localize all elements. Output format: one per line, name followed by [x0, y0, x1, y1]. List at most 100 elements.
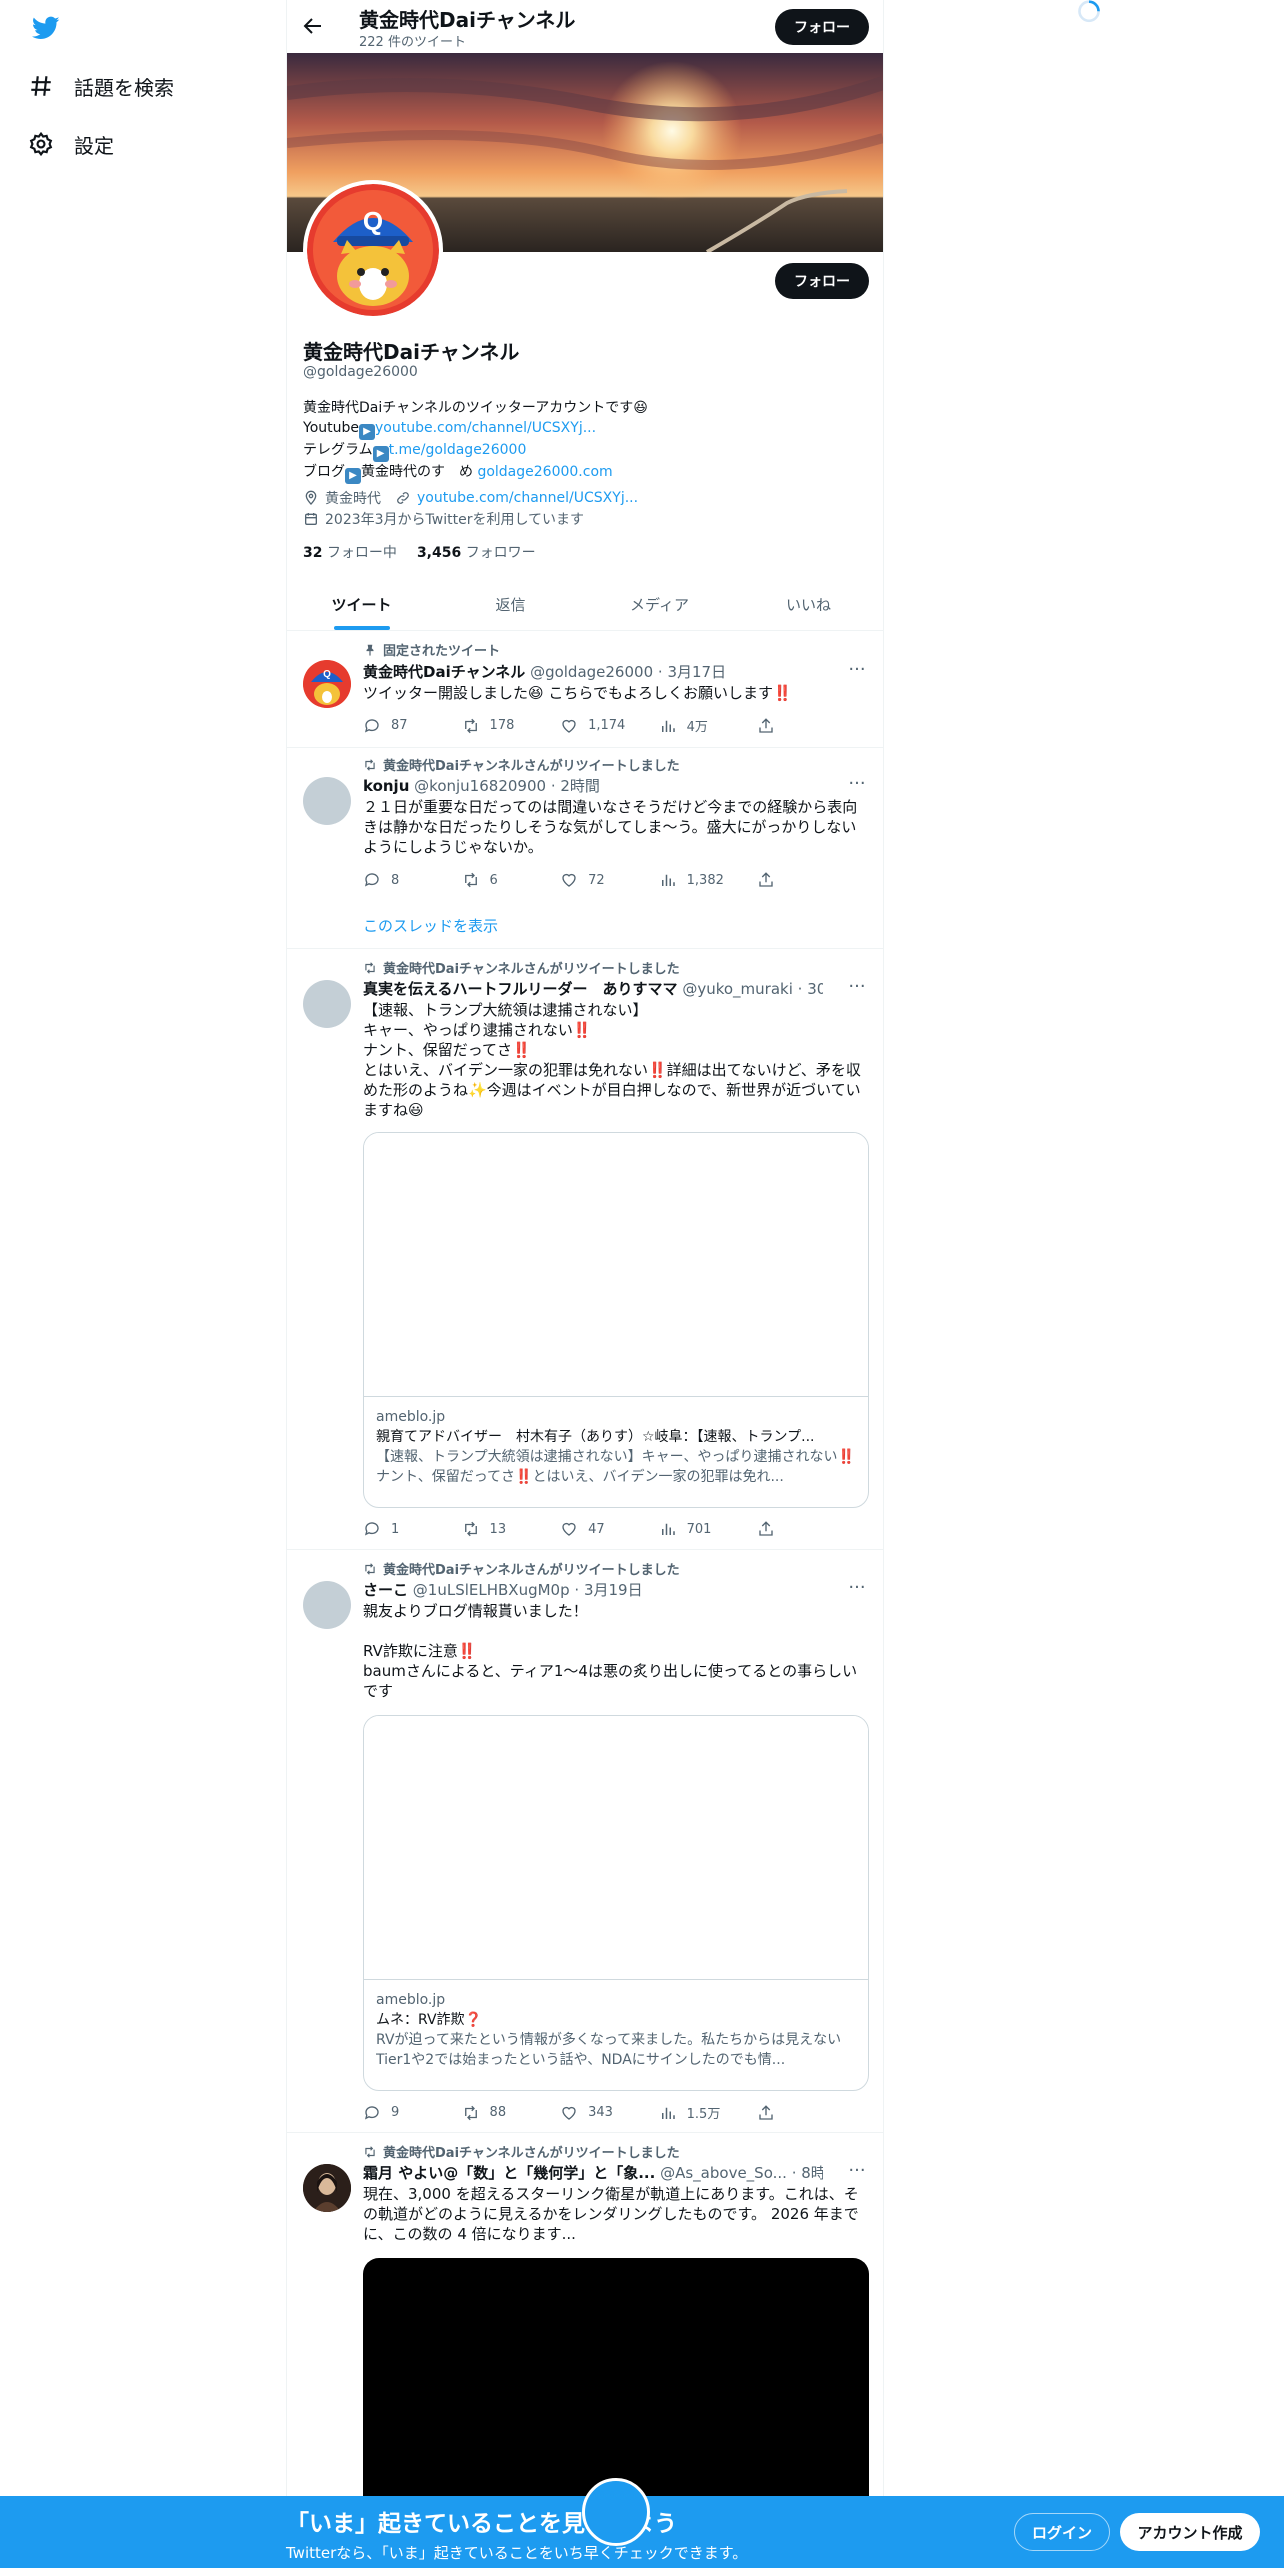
- tweet-header: 黄金時代Daiチャンネル @goldage26000 · 3月17日: [363, 663, 727, 681]
- gear-icon: [29, 131, 53, 157]
- cat-mascot-avatar-image: Q: [307, 184, 439, 316]
- views-button[interactable]: 701: [659, 1520, 758, 1538]
- back-arrow-icon[interactable]: [301, 14, 325, 38]
- reply-button[interactable]: 1: [363, 1520, 462, 1538]
- tweet-avatar[interactable]: [303, 980, 351, 1028]
- retweet-button[interactable]: 88: [462, 2103, 561, 2122]
- like-button[interactable]: 47: [560, 1520, 659, 1538]
- share-button[interactable]: [757, 716, 793, 735]
- more-options-icon[interactable]: ···: [847, 775, 867, 798]
- reply-icon: [364, 1522, 379, 1536]
- share-button[interactable]: [757, 1520, 793, 1538]
- tweet-author[interactable]: konju: [363, 777, 409, 795]
- profile-header-bar: 黄金時代Daiチャンネル 222 件のツイート フォロー: [287, 0, 883, 53]
- header-title: 黄金時代Daiチャンネル: [359, 8, 576, 32]
- tweet-author[interactable]: さーこ: [363, 1581, 408, 1599]
- left-sidebar: 話題を検索 設定: [0, 0, 286, 2568]
- reply-button[interactable]: 8: [363, 871, 462, 889]
- retweet-button[interactable]: 178: [462, 716, 561, 735]
- cat-mascot-avatar-image: Q: [303, 660, 351, 708]
- tweet-author[interactable]: 黄金時代Daiチャンネル: [363, 663, 525, 681]
- reply-button[interactable]: 87: [363, 716, 462, 735]
- followers-label: フォロワー: [465, 545, 536, 561]
- like-count: 1,174: [588, 718, 626, 733]
- reply-icon: [364, 2105, 379, 2120]
- profile-website-link[interactable]: youtube.com/channel/UCSXYj...: [417, 490, 638, 506]
- play-button-emoji-icon: ▶: [359, 424, 375, 440]
- reply-button[interactable]: 9: [363, 2103, 462, 2122]
- share-button[interactable]: [757, 871, 793, 889]
- login-button[interactable]: ログイン: [1014, 2513, 1110, 2551]
- views-button[interactable]: 1.5万: [659, 2103, 758, 2122]
- tweet-avatar[interactable]: Q: [303, 660, 351, 708]
- views-button[interactable]: 4万: [659, 716, 758, 735]
- tab-likes[interactable]: いいね: [734, 578, 883, 630]
- tweet-handle[interactable]: @yuko_muraki: [682, 980, 793, 998]
- link-preview-card[interactable]: ameblo.jp 親育てアドバイザー 村木有子（ありす）☆岐阜：【速報、トラン…: [363, 1132, 869, 1508]
- more-options-icon[interactable]: ···: [847, 661, 867, 684]
- more-options-icon[interactable]: ···: [847, 2162, 867, 2185]
- tweet-author[interactable]: 霜月 やよい@「数」と「幾何学」と「象...: [363, 2164, 655, 2182]
- share-button[interactable]: [757, 2103, 793, 2122]
- reply-count: 1: [391, 1521, 400, 1537]
- tweet-retweet-arisumama[interactable]: 黄金時代Daiチャンネルさんがリツイートしました 真実を伝えるハートフルリーダー…: [287, 950, 883, 1550]
- like-count: 343: [588, 2105, 613, 2120]
- tweet-avatar[interactable]: [303, 777, 351, 825]
- tweet-time[interactable]: 3月19日: [584, 1581, 643, 1599]
- share-icon: [759, 872, 773, 887]
- tweet-text: ツイッター開設しました😆 こちらでもよろしくお願いします‼️: [363, 684, 792, 702]
- link-preview-card[interactable]: ameblo.jp ムネ：RV詐欺❓ RVが迫って来たという情報が多くなって来ま…: [363, 1715, 869, 2091]
- header-follow-button[interactable]: フォロー: [775, 9, 869, 45]
- reply-count: 87: [391, 718, 408, 733]
- play-video-button[interactable]: [582, 2478, 650, 2546]
- tweet-avatar[interactable]: [303, 2164, 351, 2212]
- bio-youtube-link[interactable]: youtube.com/channel/UCSXYj...: [375, 420, 596, 436]
- share-icon: [759, 2104, 773, 2120]
- tweet-handle[interactable]: @konju16820900: [414, 777, 546, 795]
- views-button[interactable]: 1,382: [659, 871, 758, 889]
- tweet-time[interactable]: 8時間: [801, 2164, 823, 2182]
- like-button[interactable]: 72: [560, 871, 659, 889]
- bio-blog-link[interactable]: goldage26000.com: [477, 464, 612, 480]
- followers-count-link[interactable]: 3,456 フォロワー: [417, 542, 536, 562]
- retweet-count: 13: [489, 1521, 507, 1537]
- tweet-handle[interactable]: @goldage26000: [530, 663, 653, 681]
- tab-tweets[interactable]: ツイート: [287, 578, 436, 630]
- retweet-button[interactable]: 13: [462, 1520, 561, 1538]
- profile-follow-button[interactable]: フォロー: [775, 263, 869, 299]
- nav-settings[interactable]: 設定: [28, 124, 114, 164]
- twitter-bird-icon[interactable]: [30, 14, 62, 42]
- signup-button[interactable]: アカウント作成: [1120, 2513, 1260, 2551]
- retweet-context-text: 黄金時代Daiチャンネルさんがリツイートしました: [383, 2146, 680, 2161]
- tweet-text: ２１日が重要な日だってのは間違いなさそうだけど今までの経験から表向きは静かな日だ…: [363, 798, 858, 856]
- tweet-retweet-saako[interactable]: 黄金時代Daiチャンネルさんがリツイートしました さーこ @1uLSlELHBX…: [287, 1551, 883, 2133]
- tab-replies[interactable]: 返信: [436, 578, 585, 630]
- retweet-button[interactable]: 6: [462, 871, 561, 889]
- tweet-retweet-konju[interactable]: 黄金時代Daiチャンネルさんがリツイートしました konju @konju168…: [287, 749, 883, 949]
- retweet-icon: [464, 872, 477, 888]
- following-count-link[interactable]: 32 フォロー中: [303, 542, 397, 562]
- like-button[interactable]: 1,174: [560, 716, 659, 735]
- tweet-handle[interactable]: @As_above_So...: [660, 2164, 787, 2182]
- tweet-time[interactable]: 2時間: [560, 777, 600, 795]
- tweet-time[interactable]: 3月17日: [667, 663, 726, 681]
- more-options-icon[interactable]: ···: [847, 978, 867, 1001]
- bio-line-blog: ブログ ▶ 黄金時代のす め goldage26000.com: [303, 462, 648, 484]
- profile-avatar[interactable]: Q: [303, 180, 443, 320]
- tab-media[interactable]: メディア: [585, 578, 734, 630]
- retweet-icon: [464, 2105, 477, 2120]
- tweet-handle[interactable]: @1uLSlELHBXugM0p: [413, 1581, 570, 1599]
- view-count: 1,382: [686, 872, 724, 888]
- bio-telegram-link[interactable]: t.me/goldage26000: [389, 442, 527, 458]
- tweet-author[interactable]: 真実を伝えるハートフルリーダー ありすママ: [363, 980, 678, 998]
- like-button[interactable]: 343: [560, 2103, 659, 2122]
- tweet-text: 親友よりブログ情報貰いました！ RV詐欺に注意‼️ baumさんによると、ティア…: [363, 1602, 858, 1700]
- nav-explore[interactable]: 話題を検索: [28, 66, 174, 106]
- tweet-time[interactable]: 30分: [807, 980, 823, 998]
- nav-settings-label: 設定: [74, 133, 114, 158]
- show-thread-link[interactable]: このスレッドを表示: [363, 915, 498, 936]
- portrait-avatar-image: [303, 2164, 351, 2212]
- more-options-icon[interactable]: ···: [847, 1579, 867, 1602]
- tweet-avatar[interactable]: [303, 1581, 351, 1629]
- tweet-pinned[interactable]: 固定されたツイート Q 黄金時代Daiチャンネル @goldage26000 ·…: [287, 632, 883, 748]
